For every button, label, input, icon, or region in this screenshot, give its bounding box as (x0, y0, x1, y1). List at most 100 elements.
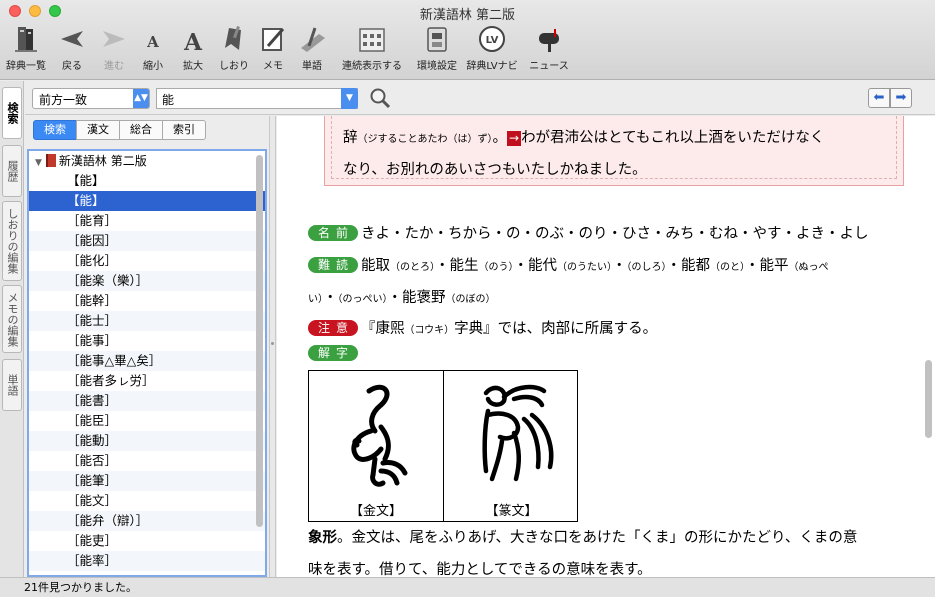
side-tab-history[interactable]: 履歴 (2, 145, 22, 197)
translation-arrow-icon: → (507, 131, 522, 146)
list-item[interactable]: ［能化］ (29, 251, 265, 271)
back-arrow-icon (61, 31, 83, 47)
list-item[interactable]: ［能吏］ (29, 531, 265, 551)
left-arrow-icon: ⬅ (873, 90, 885, 105)
enlarge-font-button[interactable]: A 拡大 (176, 22, 210, 78)
list-item[interactable]: ［能幹］ (29, 291, 265, 311)
subtab-search[interactable]: 検索 (33, 120, 77, 140)
updown-chevron-icon: ▲▼ (133, 89, 149, 108)
list-item[interactable]: ［能文］ (29, 491, 265, 511)
subtab-index[interactable]: 索引 (162, 120, 206, 140)
match-mode-select[interactable]: 前方一致 ▲▼ (32, 88, 150, 109)
name-badge: 名前 (308, 225, 358, 241)
content-scrollbar[interactable] (925, 360, 932, 438)
entry-list: 【能】 【能】 ［能育］ ［能因］ ［能化］ ［能楽（樂）］ ［能幹］ ［能士］ ［能事］ ［能事… (29, 171, 265, 571)
entry-content: 辞（ジすることあたわ（は）ず）。 → わが君沛公はとてもこれ以上酒をいただけなく な… (277, 116, 935, 577)
splitter-grip-icon (271, 342, 274, 345)
bronze-script-cell: 【金文】 (309, 371, 444, 521)
example-line-1: 辞（ジすることあたわ（は）ず）。 → わが君沛公はとてもこれ以上酒をいただけなく (343, 130, 825, 146)
title-bar: 新漢語林 第二版 辞典一覧 戻る 進む A 縮小 A 拡大 しおり メモ 単語 … (0, 0, 935, 80)
seal-script-glyph-icon (482, 384, 554, 482)
search-bar: 前方一致 ▲▼ 能 ▼ ⬅ ➡ (25, 81, 935, 115)
mailbox-icon (539, 29, 559, 52)
memo-button[interactable]: メモ (256, 22, 290, 78)
chevron-down-icon[interactable]: ▼ (341, 88, 358, 109)
svg-text:A: A (183, 29, 203, 54)
search-subtabs: 検索 漢文 総合 索引 (33, 120, 206, 140)
search-icon[interactable] (369, 87, 391, 109)
explanation-line-2: 味を表す。借りて、能力としてできるの意味を表す。 (308, 562, 652, 577)
side-tab-bar: 検索 履歴 しおりの編集 メモの編集 単語 (0, 81, 24, 577)
toolbar: 辞典一覧 戻る 進む A 縮小 A 拡大 しおり メモ 単語 連続表示する 環境… (0, 22, 935, 78)
list-item[interactable]: ［能者多ㇾ労］ (29, 371, 265, 391)
list-item[interactable]: ［能筆］ (29, 471, 265, 491)
dict-list-button[interactable]: 辞典一覧 (4, 22, 48, 78)
subtab-general[interactable]: 総合 (119, 120, 163, 140)
font-enlarge-icon: A (183, 29, 203, 54)
preferences-button[interactable]: 環境設定 (412, 22, 462, 78)
list-item[interactable]: 【能】 (29, 191, 265, 211)
back-button[interactable]: 戻る (52, 22, 92, 78)
glyph-table: 【金文】 【篆文】 (308, 370, 578, 522)
bronze-script-glyph-icon (351, 384, 408, 487)
side-tab-search[interactable]: 検索 (2, 87, 22, 139)
name-reading-line: 名前 きよ・たか・ちから・の・のぶ・のり・ひさ・みち・むね・やす・よき・よし (308, 222, 869, 243)
results-scrollbar[interactable] (256, 155, 263, 527)
bookmark-button[interactable]: しおり (214, 22, 254, 78)
news-button[interactable]: ニュース (524, 22, 574, 78)
history-back-button[interactable]: ⬅ (868, 88, 890, 108)
dictionary-book-icon (45, 154, 56, 167)
difficult-reading-line-2: い）・（のっぺい）・能褒野（のぼの） (308, 290, 496, 306)
svg-text:LV: LV (486, 35, 499, 46)
subtab-kanbun[interactable]: 漢文 (76, 120, 120, 140)
list-item[interactable]: ［能臣］ (29, 411, 265, 431)
side-tab-bookmark-edit[interactable]: しおりの編集 (2, 201, 22, 281)
tree-root-dictionary[interactable]: ▼ 新漢語林 第二版 (29, 151, 265, 171)
difficult-badge: 難読 (308, 257, 358, 273)
list-item[interactable]: ［能事△畢△矣］ (29, 351, 265, 371)
font-shrink-icon: A (146, 33, 159, 51)
word-button[interactable]: 単語 (294, 22, 330, 78)
list-item[interactable]: ［能率］ (29, 551, 265, 571)
history-forward-button[interactable]: ➡ (890, 88, 912, 108)
lv-navi-button[interactable]: LV 辞典LVナビ (464, 22, 520, 78)
svg-text:A: A (146, 33, 159, 51)
forward-button[interactable]: 進む (94, 22, 134, 78)
search-input[interactable]: 能 (156, 88, 358, 109)
results-list[interactable]: ▼ 新漢語林 第二版 【能】 【能】 ［能育］ ［能因］ ［能化］ ［能楽（樂）］ ［能幹］ ［… (27, 149, 267, 577)
list-item[interactable]: ［能育］ (29, 211, 265, 231)
match-mode-value: 前方一致 (39, 93, 88, 107)
side-tab-words[interactable]: 単語 (2, 359, 22, 411)
disclosure-triangle-icon[interactable]: ▼ (35, 158, 42, 168)
list-item[interactable]: 【能】 (29, 171, 265, 191)
window-title: 新漢語林 第二版 (419, 8, 516, 23)
list-item[interactable]: ［能楽（樂）］ (29, 271, 265, 291)
memo-icon (262, 28, 285, 51)
word-card-icon (301, 27, 325, 52)
explanation-line-1: 象形。金文は、尾をふりあげ、大きな口をあけた「くま」の形にかたどり、くまの意 (308, 529, 858, 546)
results-pane: 検索 漢文 総合 索引 ▼ 新漢語林 第二版 【能】 【能】 ［能育］ ［能因］ ［能化］… (25, 116, 269, 577)
side-tab-memo-edit[interactable]: メモの編集 (2, 285, 22, 353)
list-item[interactable]: ［能士］ (29, 311, 265, 331)
pane-splitter[interactable] (269, 116, 276, 577)
list-item[interactable]: ［能書］ (29, 391, 265, 411)
books-icon (15, 27, 37, 52)
list-item[interactable]: ［能動］ (29, 431, 265, 451)
list-item[interactable]: ［能因］ (29, 231, 265, 251)
list-item[interactable]: ［能否］ (29, 451, 265, 471)
difficult-reading-line-1: 難読 能取（のとろ）・能生（のう）・能代（のうたい）・（のしろ）・能都（のと）・能… (308, 254, 829, 275)
note-badge: 注意 (308, 320, 358, 336)
continuous-display-button[interactable]: 連続表示する (336, 22, 408, 78)
bookmark-icon (225, 26, 241, 50)
shrink-font-button[interactable]: A 縮小 (136, 22, 170, 78)
list-item[interactable]: ［能弁（辯）］ (29, 511, 265, 531)
explain-badge: 解字 (308, 345, 358, 361)
calendar-grid-icon (359, 28, 385, 52)
note-line: 注意 『康煕（コウキ）字典』では、肉部に所属する。 (308, 317, 657, 338)
list-item[interactable]: ［能事］ (29, 331, 265, 351)
example-line-2: なり、お別れのあいさつもいたしかねました。 (343, 162, 647, 178)
explain-heading: 解字 (308, 345, 361, 362)
example-box: 辞（ジすることあたわ（は）ず）。 → わが君沛公はとてもこれ以上酒をいただけなく な… (324, 116, 904, 186)
seal-script-cell: 【篆文】 (444, 371, 579, 521)
status-bar: 21件見つかりました。 (0, 577, 935, 597)
